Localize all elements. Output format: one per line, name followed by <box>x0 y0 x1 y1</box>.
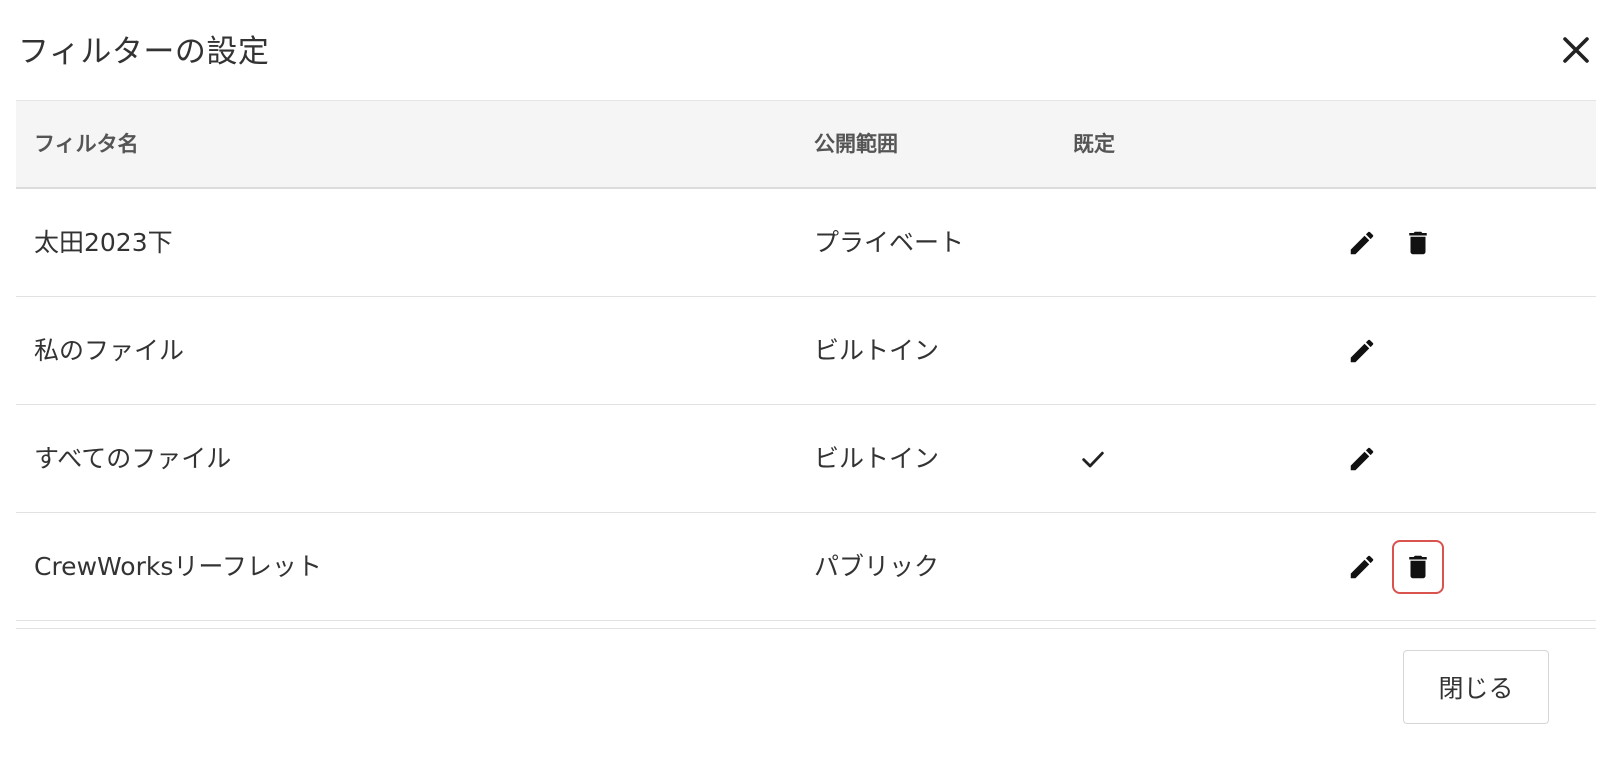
row-actions <box>1316 513 1476 620</box>
row-actions <box>1316 405 1476 512</box>
header-scope: 公開範囲 <box>814 132 898 156</box>
table-divider <box>16 628 1596 629</box>
filter-settings-dialog: フィルターの設定 フィルタ名 公開範囲 既定 太田2023下 プライベート 私の… <box>0 0 1612 759</box>
filter-name: すべてのファイル <box>34 444 232 473</box>
edit-button[interactable] <box>1344 549 1380 585</box>
filter-scope: プライベート <box>814 228 965 257</box>
filter-name: 私のファイル <box>34 336 185 365</box>
close-icon <box>1563 37 1589 63</box>
row-actions <box>1316 189 1476 296</box>
filter-scope: ビルトイン <box>814 336 940 365</box>
table-row: すべてのファイル ビルトイン <box>16 405 1596 513</box>
trash-icon <box>1409 231 1427 254</box>
delete-button[interactable] <box>1392 539 1444 594</box>
table-row: 私のファイル ビルトイン <box>16 297 1596 405</box>
header-filter-name: フィルタ名 <box>34 132 139 156</box>
edit-button[interactable] <box>1344 441 1380 477</box>
pencil-icon <box>1350 447 1374 470</box>
pencil-icon <box>1350 339 1374 362</box>
close-button[interactable] <box>1556 30 1596 70</box>
table-row: CrewWorksリーフレット パブリック <box>16 513 1596 621</box>
pencil-icon <box>1350 555 1374 578</box>
pencil-icon <box>1350 231 1374 254</box>
checkmark-icon <box>1082 451 1104 467</box>
row-actions <box>1316 297 1476 404</box>
filter-name: CrewWorksリーフレット <box>34 552 322 581</box>
header-default: 既定 <box>1073 132 1115 156</box>
edit-button[interactable] <box>1344 225 1380 261</box>
filter-scope: ビルトイン <box>814 444 940 473</box>
trash-icon <box>1409 555 1427 578</box>
filter-scope: パブリック <box>814 552 940 581</box>
filter-table: フィルタ名 公開範囲 既定 太田2023下 プライベート 私のファイル ビルトイ… <box>16 100 1596 621</box>
filter-name: 太田2023下 <box>34 228 173 257</box>
table-header: フィルタ名 公開範囲 既定 <box>16 100 1596 189</box>
table-row: 太田2023下 プライベート <box>16 189 1596 297</box>
edit-button[interactable] <box>1344 333 1380 369</box>
dialog-title: フィルターの設定 <box>18 34 270 70</box>
delete-button[interactable] <box>1400 225 1436 261</box>
close-dialog-button[interactable]: 閉じる <box>1403 650 1549 724</box>
